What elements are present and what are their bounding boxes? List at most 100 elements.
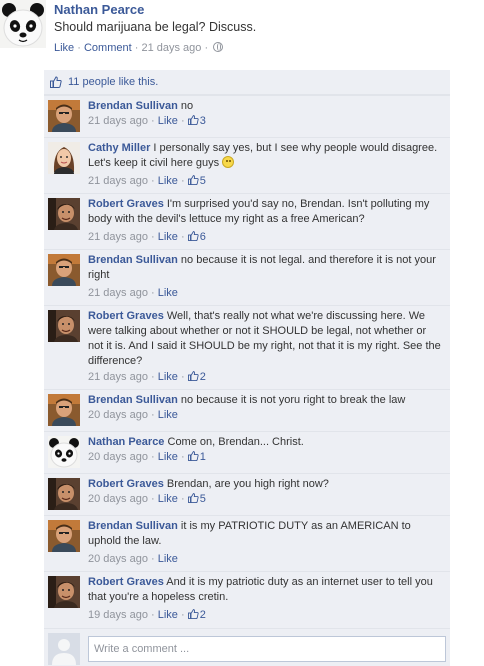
comment-like-count[interactable]: 2 bbox=[187, 371, 206, 383]
comment-time[interactable]: 21 days ago bbox=[88, 371, 148, 383]
comment-author[interactable]: Brendan Sullivan bbox=[88, 254, 178, 266]
comment-item: Cathy Miller I personally say yes, but I… bbox=[44, 137, 450, 193]
smiley-icon bbox=[222, 156, 235, 168]
likes-row: 11 people like this. bbox=[44, 70, 450, 95]
write-comment-row bbox=[44, 628, 450, 666]
thumbs-up-icon bbox=[187, 175, 199, 186]
comment-meta: 21 days ago · Like · 3 bbox=[88, 115, 206, 127]
comment-body: Brendan Sullivan no because it is not yo… bbox=[88, 393, 444, 408]
comment-author[interactable]: Robert Graves bbox=[88, 478, 164, 490]
comment-item: Brendan Sullivan no because it is not yo… bbox=[44, 389, 450, 431]
comment-like-count[interactable]: 5 bbox=[187, 493, 206, 505]
comment-author[interactable]: Brendan Sullivan bbox=[88, 520, 178, 532]
comment-time[interactable]: 20 days ago bbox=[88, 553, 148, 565]
separator-dot: · bbox=[177, 451, 188, 463]
like-count-value: 2 bbox=[199, 609, 206, 621]
comment-like-count[interactable]: 5 bbox=[187, 175, 206, 187]
thumbs-up-icon bbox=[187, 493, 199, 504]
comment-item: Brendan Sullivan no 21 days ago · Like · … bbox=[44, 95, 450, 137]
globe-icon[interactable] bbox=[213, 42, 224, 52]
comment-meta: 20 days ago · Like bbox=[88, 409, 178, 421]
commenter-avatar[interactable] bbox=[48, 254, 80, 286]
commenter-avatar[interactable] bbox=[48, 142, 80, 174]
comment-time[interactable]: 20 days ago bbox=[88, 493, 148, 505]
panda-avatar[interactable] bbox=[0, 0, 46, 48]
likes-count-link[interactable]: 11 people like this. bbox=[68, 76, 158, 88]
comment-item: Brendan Sullivan it is my PATRIOTIC DUTY… bbox=[44, 515, 450, 571]
comment-item: Robert Graves I'm surprised you'd say no… bbox=[44, 193, 450, 249]
separator-dot: · bbox=[177, 609, 188, 621]
separator-dot: · bbox=[147, 175, 158, 187]
comment-meta: 19 days ago · Like · 2 bbox=[88, 609, 206, 621]
post-comment-link[interactable]: Comment bbox=[84, 42, 132, 54]
comment-item: Nathan Pearce Come on, Brendan... Christ… bbox=[44, 431, 450, 473]
comment-author[interactable]: Brendan Sullivan bbox=[88, 100, 178, 112]
post-meta: Like · Comment · 21 days ago · bbox=[54, 42, 224, 54]
comment-author[interactable]: Cathy Miller bbox=[88, 142, 150, 154]
separator-dot: · bbox=[147, 609, 158, 621]
thumbs-up-icon bbox=[187, 371, 199, 382]
separator-dot: · bbox=[177, 115, 188, 127]
comment-time[interactable]: 20 days ago bbox=[88, 409, 148, 421]
post-like-link[interactable]: Like bbox=[54, 42, 74, 54]
separator-dot: · bbox=[147, 409, 158, 421]
comment-item: Brendan Sullivan no because it is not le… bbox=[44, 249, 450, 305]
comment-like-link[interactable]: Like bbox=[158, 115, 178, 127]
separator-dot: · bbox=[147, 371, 158, 383]
comment-like-link[interactable]: Like bbox=[158, 231, 178, 243]
comment-item: Robert Graves Brendan, are you high righ… bbox=[44, 473, 450, 515]
post-author[interactable]: Nathan Pearce bbox=[54, 2, 144, 17]
separator-dot: · bbox=[177, 175, 188, 187]
comment-like-link[interactable]: Like bbox=[158, 371, 178, 383]
comment-like-link[interactable]: Like bbox=[158, 175, 178, 187]
comment-like-count[interactable]: 6 bbox=[187, 231, 206, 243]
comment-time[interactable]: 21 days ago bbox=[88, 175, 148, 187]
comment-like-count[interactable]: 1 bbox=[187, 451, 206, 463]
comment-meta: 20 days ago · Like bbox=[88, 553, 178, 565]
comment-input[interactable] bbox=[88, 636, 446, 662]
comment-like-link[interactable]: Like bbox=[158, 287, 178, 299]
comment-author[interactable]: Nathan Pearce bbox=[88, 436, 164, 448]
comment-body: Brendan Sullivan it is my PATRIOTIC DUTY… bbox=[88, 519, 444, 549]
comment-item: Robert Graves Well, that's really not wh… bbox=[44, 305, 450, 389]
comment-author[interactable]: Robert Graves bbox=[88, 576, 164, 588]
separator-dot: · bbox=[177, 231, 188, 243]
commenter-avatar[interactable] bbox=[48, 436, 80, 468]
comment-time[interactable]: 21 days ago bbox=[88, 115, 148, 127]
thumbs-up-icon bbox=[187, 115, 199, 126]
commenter-avatar[interactable] bbox=[48, 198, 80, 230]
commenter-avatar[interactable] bbox=[48, 520, 80, 552]
comment-body: Cathy Miller I personally say yes, but I… bbox=[88, 141, 444, 171]
comment-author[interactable]: Brendan Sullivan bbox=[88, 394, 178, 406]
comment-like-link[interactable]: Like bbox=[158, 493, 178, 505]
comment-like-link[interactable]: Like bbox=[158, 451, 178, 463]
like-count-value: 2 bbox=[199, 371, 206, 383]
thumbs-up-icon bbox=[187, 451, 199, 462]
comment-time[interactable]: 20 days ago bbox=[88, 451, 148, 463]
comment-like-count[interactable]: 3 bbox=[187, 115, 206, 127]
commenter-avatar[interactable] bbox=[48, 310, 80, 342]
separator-dot: · bbox=[147, 287, 158, 299]
commenter-avatar[interactable] bbox=[48, 100, 80, 132]
separator-dot: · bbox=[177, 371, 188, 383]
post-time[interactable]: 21 days ago bbox=[141, 42, 201, 54]
comment-like-link[interactable]: Like bbox=[158, 553, 178, 565]
comment-like-link[interactable]: Like bbox=[158, 609, 178, 621]
post-header: Nathan Pearce Should marijuana be legal?… bbox=[0, 0, 484, 70]
comment-time[interactable]: 19 days ago bbox=[88, 609, 148, 621]
commenter-avatar[interactable] bbox=[48, 394, 80, 426]
comment-meta: 21 days ago · Like · 2 bbox=[88, 371, 206, 383]
comment-author[interactable]: Robert Graves bbox=[88, 198, 164, 210]
commenter-avatar[interactable] bbox=[48, 478, 80, 510]
comment-like-link[interactable]: Like bbox=[158, 409, 178, 421]
comment-meta: 21 days ago · Like bbox=[88, 287, 178, 299]
commenter-avatar[interactable] bbox=[48, 576, 80, 608]
comment-time[interactable]: 21 days ago bbox=[88, 287, 148, 299]
comment-author[interactable]: Robert Graves bbox=[88, 310, 164, 322]
like-count-value: 5 bbox=[199, 175, 206, 187]
comment-time[interactable]: 21 days ago bbox=[88, 231, 148, 243]
like-count-value: 6 bbox=[199, 231, 206, 243]
comment-like-count[interactable]: 2 bbox=[187, 609, 206, 621]
comment-meta: 20 days ago · Like · 5 bbox=[88, 493, 206, 505]
comment-text: Brendan, are you high right now? bbox=[166, 478, 329, 490]
